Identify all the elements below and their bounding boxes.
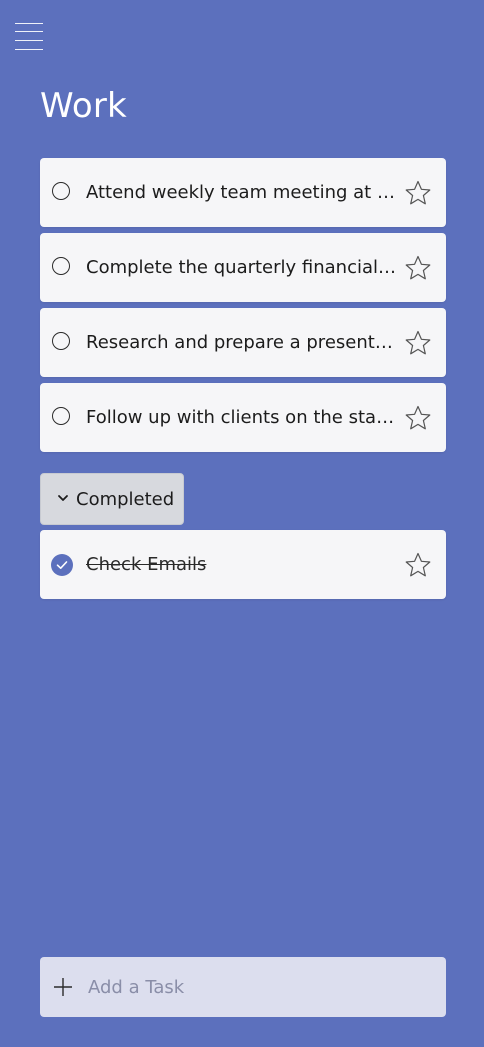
add-task-input[interactable]	[88, 957, 428, 1017]
add-task-bar	[40, 957, 446, 1017]
star-outline-icon[interactable]	[404, 179, 432, 207]
page-title: Work	[40, 86, 127, 126]
check-circle-icon[interactable]	[51, 554, 73, 576]
task-item[interactable]: Follow up with clients on the status	[40, 383, 446, 452]
star-outline-icon[interactable]	[404, 254, 432, 282]
hamburger-menu-icon[interactable]	[15, 22, 43, 50]
completed-task-list: Check Emails	[40, 530, 446, 605]
task-text: Check Emails	[86, 554, 207, 575]
task-list: Attend weekly team meeting at 10 Complet…	[40, 158, 446, 458]
task-item[interactable]: Complete the quarterly financial report	[40, 233, 446, 302]
task-text: Complete the quarterly financial report	[86, 257, 398, 278]
task-text: Attend weekly team meeting at 10	[86, 182, 398, 203]
circle-icon[interactable]	[52, 332, 70, 350]
task-item[interactable]: Attend weekly team meeting at 10	[40, 158, 446, 227]
chevron-down-icon	[58, 495, 68, 501]
task-item[interactable]: Research and prepare a presentation	[40, 308, 446, 377]
star-outline-icon[interactable]	[404, 329, 432, 357]
task-text: Research and prepare a presentation	[86, 332, 398, 353]
circle-icon[interactable]	[52, 257, 70, 275]
task-text: Follow up with clients on the status	[86, 407, 398, 428]
completed-label: Completed	[76, 489, 175, 510]
completed-toggle-button[interactable]: Completed	[40, 473, 184, 525]
plus-icon[interactable]	[53, 977, 73, 997]
star-outline-icon[interactable]	[404, 404, 432, 432]
circle-icon[interactable]	[52, 407, 70, 425]
completed-task-item[interactable]: Check Emails	[40, 530, 446, 599]
circle-icon[interactable]	[52, 182, 70, 200]
star-outline-icon[interactable]	[404, 551, 432, 579]
